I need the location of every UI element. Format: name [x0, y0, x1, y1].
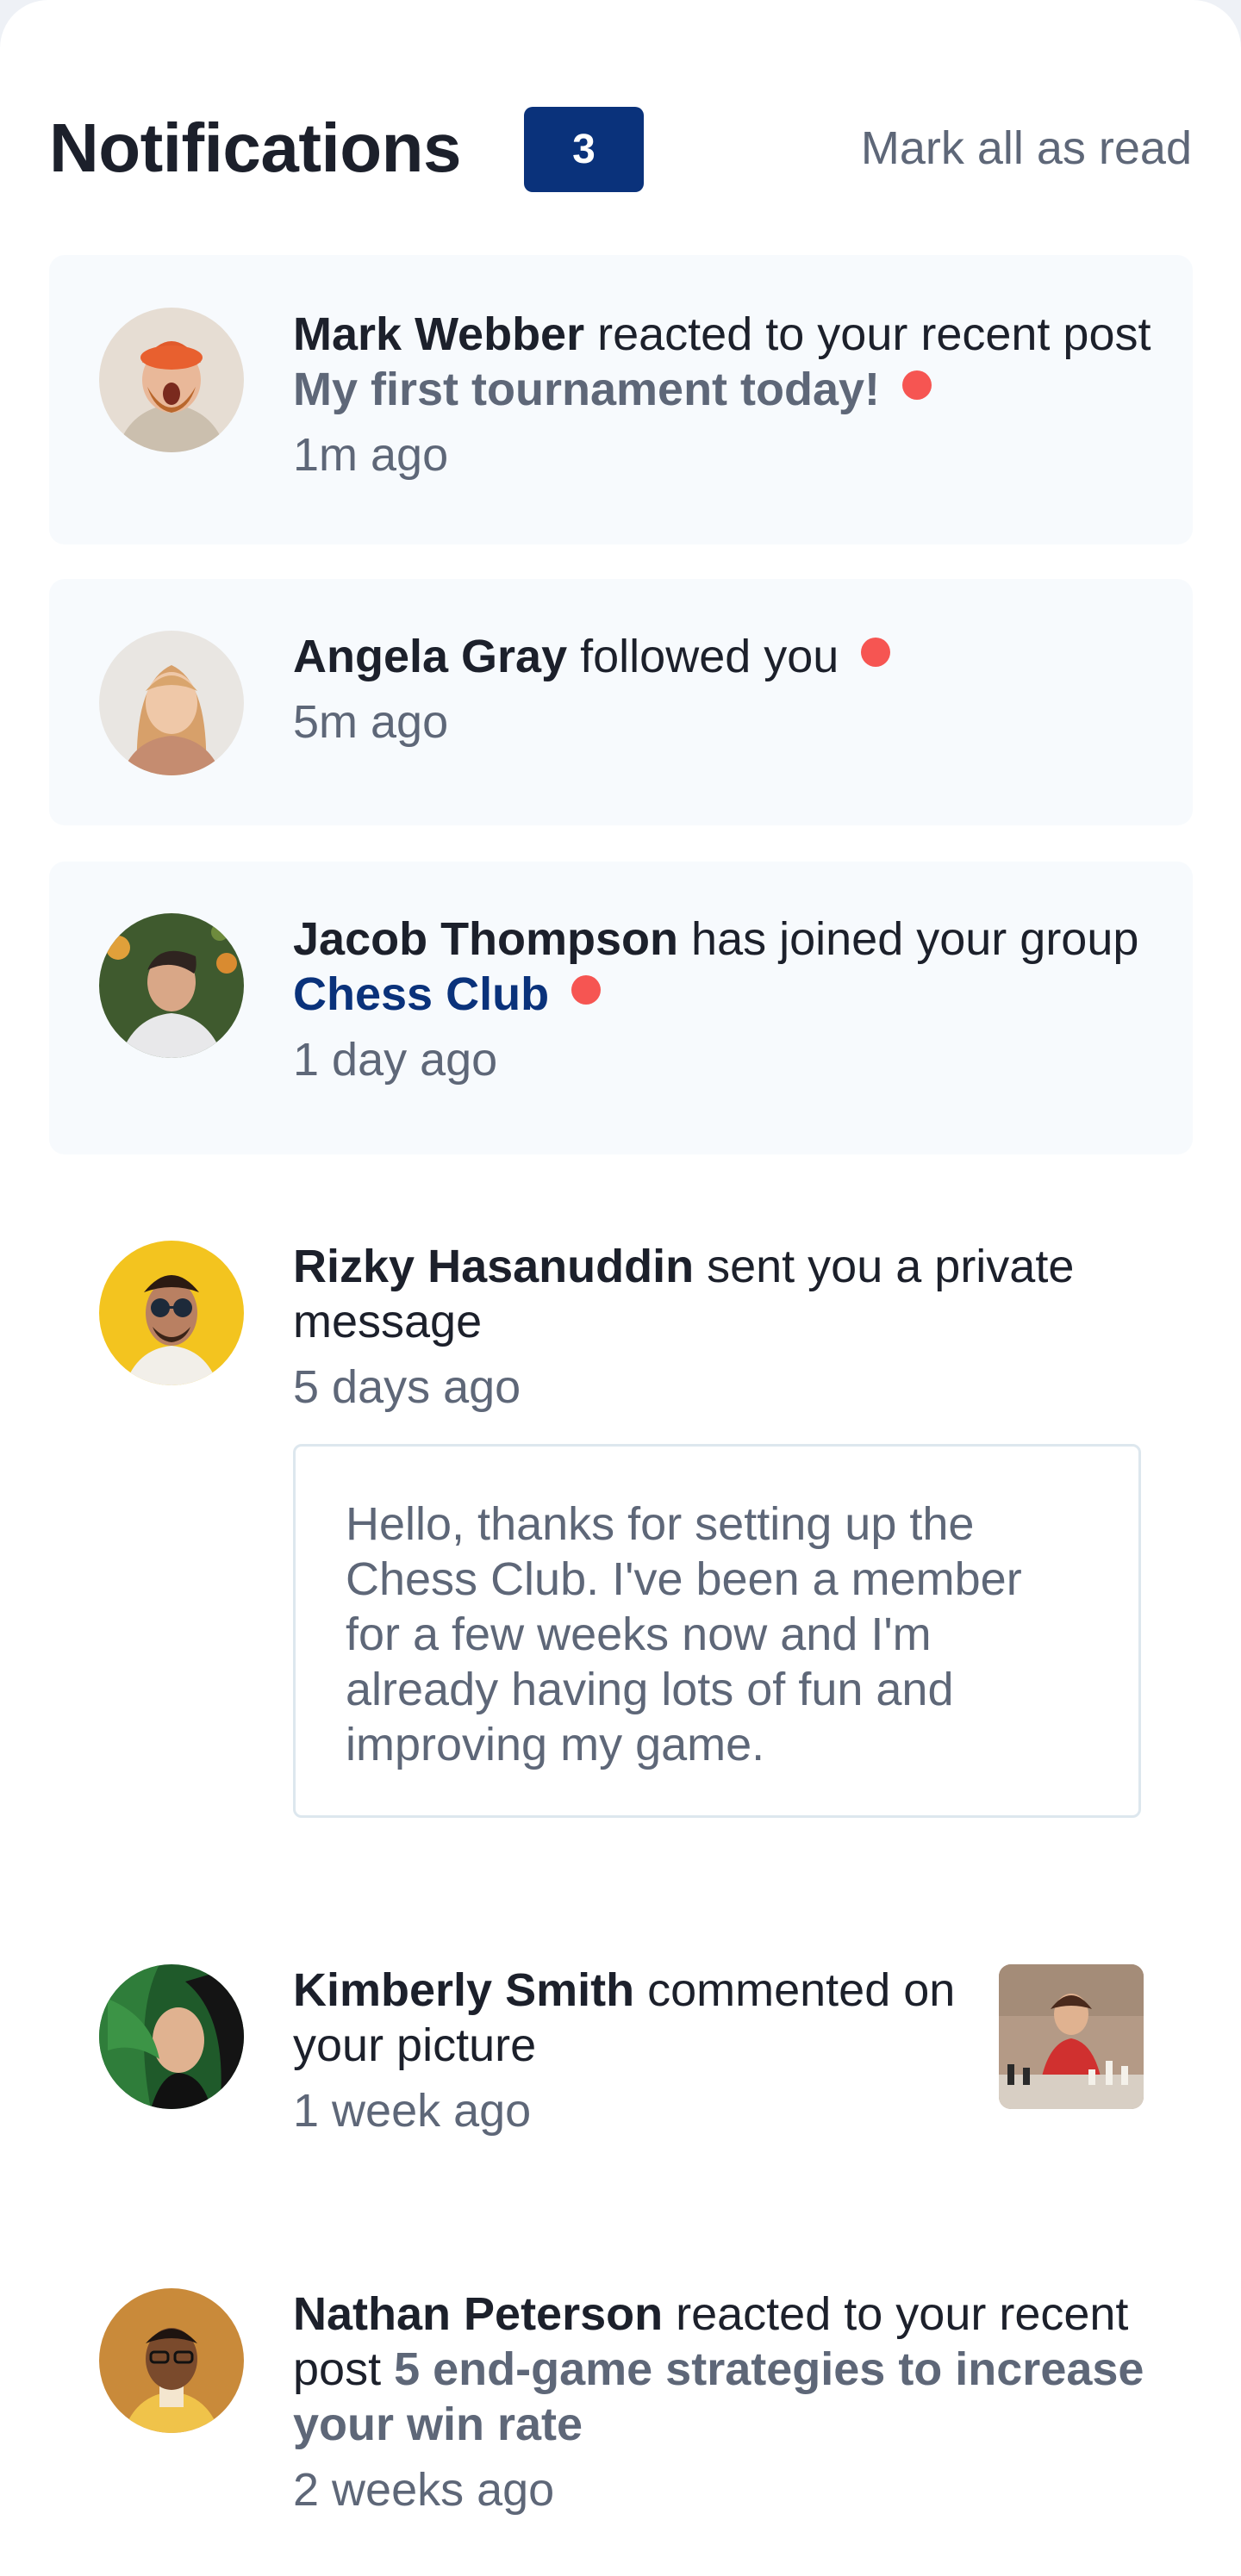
user-name[interactable]: Mark Webber — [293, 308, 584, 360]
user-name[interactable]: Nathan Peterson — [293, 2288, 663, 2340]
avatar-rizky-hasanuddin[interactable] — [99, 1241, 244, 1385]
notification-text: Angela Gray followed you 5m ago — [293, 629, 1155, 750]
avatar-nathan-peterson[interactable] — [99, 2288, 244, 2433]
user-name[interactable]: Kimberly Smith — [293, 1964, 634, 2016]
private-message-preview[interactable]: Hello, thanks for setting up the Chess C… — [293, 1444, 1141, 1818]
timestamp: 2 weeks ago — [293, 2464, 555, 2516]
avatar-jacob-thompson[interactable] — [99, 913, 244, 1058]
notification-item-mark-webber[interactable]: Mark Webber reacted to your recent post … — [49, 255, 1193, 544]
unread-dot — [902, 370, 932, 400]
user-name[interactable]: Jacob Thompson — [293, 913, 678, 965]
unread-count-badge: 3 — [524, 107, 644, 192]
avatar-kimberly-smith[interactable] — [99, 1964, 244, 2109]
avatar-image — [99, 1241, 244, 1385]
notification-action: followed you — [580, 631, 839, 682]
post-link[interactable]: My first tournament today! — [293, 364, 880, 415]
unread-dot — [571, 975, 602, 1005]
notification-action: reacted to your recent post — [597, 308, 1151, 360]
notification-item-jacob-thompson[interactable]: Jacob Thompson has joined your group Che… — [49, 862, 1193, 1154]
avatar-mark-webber[interactable] — [99, 308, 244, 452]
avatar-image — [99, 631, 244, 775]
group-link[interactable]: Chess Club — [293, 968, 549, 1020]
timestamp: 1 week ago — [293, 2085, 532, 2137]
chess-picture — [999, 1964, 1144, 2109]
page-title: Notifications — [49, 109, 461, 186]
notification-item-nathan-peterson[interactable]: Nathan Peterson reacted to your recent p… — [49, 2237, 1193, 2529]
post-link[interactable]: 5 end-game strategies to increase your w… — [293, 2343, 1144, 2450]
user-name[interactable]: Angela Gray — [293, 631, 567, 682]
timestamp: 1m ago — [293, 429, 449, 481]
notification-text: Rizky Hasanuddin sent you a private mess… — [293, 1239, 1155, 1415]
notification-item-kimberly-smith[interactable]: Kimberly Smith commented on your picture… — [49, 1913, 1193, 2171]
private-message-text: Hello, thanks for setting up the Chess C… — [346, 1498, 1022, 1770]
avatar-image — [99, 913, 244, 1058]
notification-action: has joined your group — [691, 913, 1139, 965]
avatar-image — [99, 1964, 244, 2109]
notification-text: Jacob Thompson has joined your group Che… — [293, 912, 1155, 1087]
unread-dot — [861, 638, 891, 667]
notifications-card: Notifications 3 Mark all as read Mark We… — [0, 0, 1241, 2576]
notification-item-angela-gray[interactable]: Angela Gray followed you 5m ago — [49, 579, 1193, 825]
avatar-image — [99, 2288, 244, 2433]
user-name[interactable]: Rizky Hasanuddin — [293, 1241, 694, 1292]
commented-picture-thumbnail[interactable] — [999, 1964, 1144, 2109]
notification-item-rizky-hasanuddin[interactable]: Rizky Hasanuddin sent you a private mess… — [49, 1189, 1193, 1844]
notification-text: Kimberly Smith commented on your picture… — [293, 1963, 974, 2138]
notification-text: Mark Webber reacted to your recent post … — [293, 307, 1155, 482]
notification-text: Nathan Peterson reacted to your recent p… — [293, 2287, 1155, 2517]
mark-all-as-read-button[interactable]: Mark all as read — [861, 121, 1192, 176]
timestamp: 5m ago — [293, 696, 449, 748]
timestamp: 1 day ago — [293, 1034, 498, 1086]
avatar-image — [99, 308, 244, 452]
timestamp: 5 days ago — [293, 1361, 521, 1413]
avatar-angela-gray[interactable] — [99, 631, 244, 775]
